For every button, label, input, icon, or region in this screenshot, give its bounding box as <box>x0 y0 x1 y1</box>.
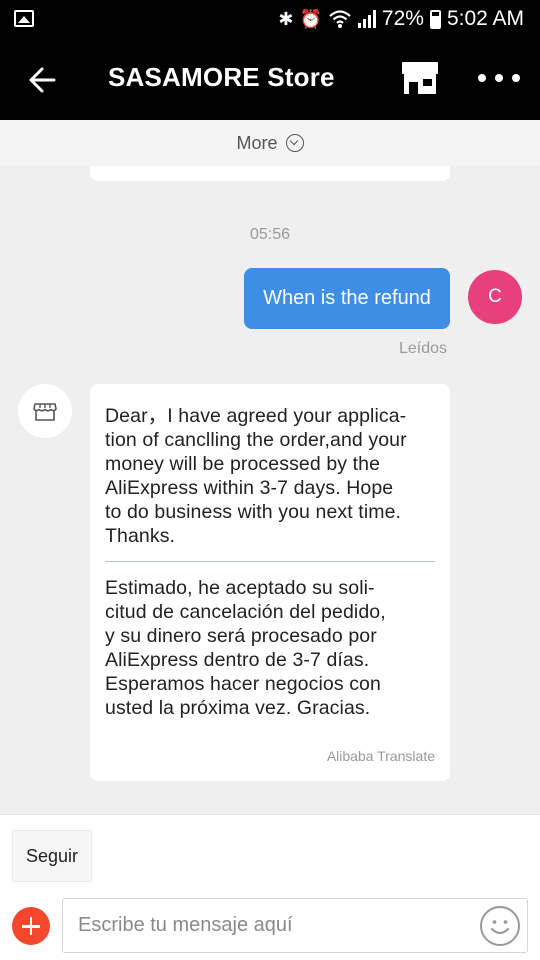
message-line: Dear，I have agreed your applica- <box>105 405 407 427</box>
plus-circle-icon[interactable] <box>12 907 50 945</box>
message-line: AliExpress within 3-7 days. Hope <box>105 477 394 499</box>
follow-button[interactable]: Seguir <box>12 830 92 882</box>
store-icon <box>402 62 438 94</box>
outgoing-message-bubble[interactable]: When is the refund <box>244 268 450 329</box>
message-original-text: Dear，I have agreed your applica- tion of… <box>105 404 440 548</box>
message-line: tion of canclling the order,and your <box>105 429 407 451</box>
more-horizontal-icon <box>478 74 486 82</box>
message-line: Thanks. <box>105 525 176 547</box>
page-title: SASAMORE Store <box>108 62 335 92</box>
message-line: money will be processed by the <box>105 453 381 475</box>
emoji-button[interactable] <box>480 906 520 946</box>
battery-icon <box>429 9 441 29</box>
wifi-icon <box>329 10 351 28</box>
shop-icon <box>33 403 57 421</box>
composer-area: Seguir <box>0 814 540 960</box>
battery-percent: 72% <box>381 7 424 30</box>
status-bar: ✱ ⏰ 72% 5:02 AM <box>0 0 540 38</box>
translation-source-label: Alibaba Translate <box>326 748 435 764</box>
more-dot <box>512 74 520 82</box>
bluetooth-icon: ✱ <box>278 9 294 29</box>
signal-icon <box>357 10 376 28</box>
outgoing-message-text: When is the refund <box>263 287 431 309</box>
status-icons: ✱ ⏰ 72% 5:02 AM <box>278 6 524 32</box>
smiley-icon <box>491 920 509 934</box>
app-bar: SASAMORE Store <box>0 38 540 120</box>
message-input[interactable] <box>62 898 528 953</box>
translation-divider <box>105 561 435 562</box>
avatar-initial: C <box>488 286 502 307</box>
message-timestamp: 05:56 <box>249 226 291 243</box>
more-dot <box>495 74 503 82</box>
user-avatar[interactable]: C <box>468 270 522 324</box>
alarm-icon: ⏰ <box>299 9 322 29</box>
message-line: Esperamos hacer negocios con <box>105 673 381 695</box>
load-more-history[interactable]: More <box>0 120 540 166</box>
previous-message-bubble <box>90 166 450 181</box>
load-more-label: More <box>236 132 278 153</box>
store-avatar[interactable] <box>18 384 72 438</box>
message-line: usted la próxima vez. Gracias. <box>105 697 371 719</box>
arrow-left-icon <box>29 67 56 93</box>
store-button[interactable] <box>400 60 440 96</box>
gallery-notification-icon <box>14 10 34 27</box>
message-line: Estimado, he aceptado su soli- <box>105 577 375 599</box>
clock: 5:02 AM <box>446 7 524 30</box>
chevron-down-circle-icon <box>285 134 304 152</box>
back-button[interactable] <box>24 60 64 100</box>
message-line: AliExpress dentro de 3-7 días. <box>105 649 370 671</box>
follow-button-label: Seguir <box>25 845 79 866</box>
message-line: citud de cancelación del pedido, <box>105 601 386 623</box>
incoming-message-bubble[interactable]: Dear，I have agreed your applica- tion of… <box>90 384 450 781</box>
message-translated-text: Estimado, he aceptado su soli- citud de … <box>105 576 440 720</box>
message-line: to do business with you next time. <box>105 501 402 523</box>
more-options-button[interactable] <box>478 68 522 88</box>
message-line: y su dinero será procesado por <box>105 625 377 647</box>
read-status: Leídos <box>398 340 447 357</box>
